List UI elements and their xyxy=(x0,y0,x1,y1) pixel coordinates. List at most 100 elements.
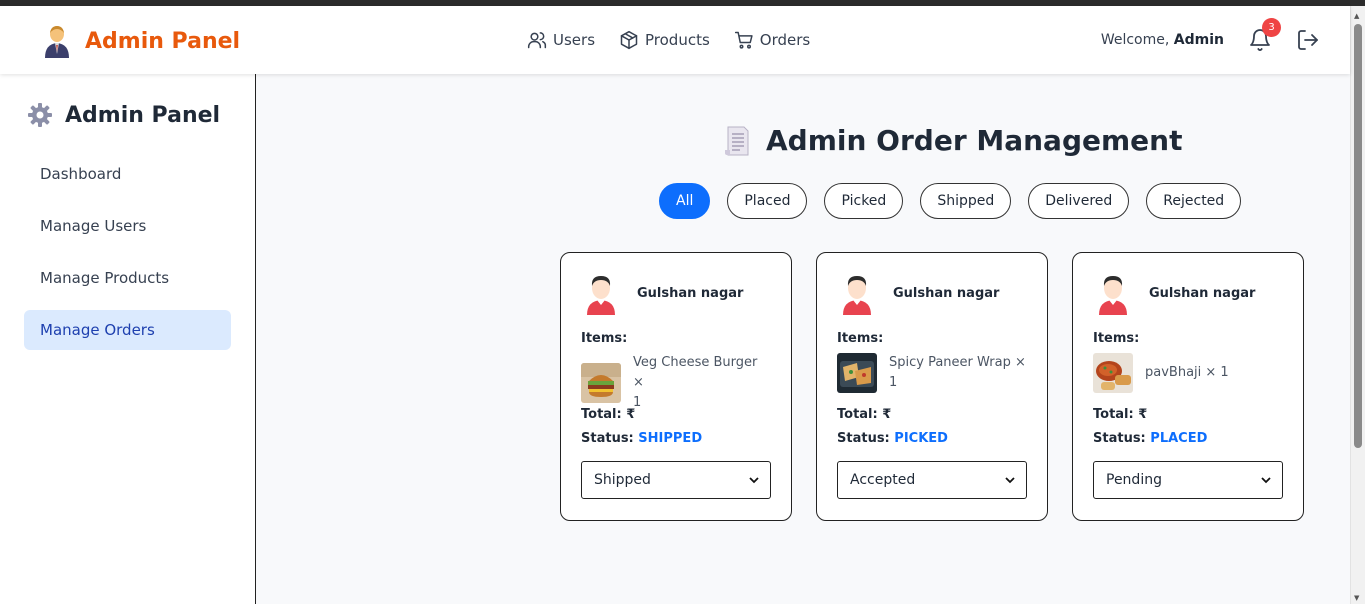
nav-users-label: Users xyxy=(553,31,596,49)
item-text: pavBhaji × 1 xyxy=(1145,363,1229,383)
sidebar-item-manage-orders[interactable]: Manage Orders xyxy=(24,310,231,350)
status-label: Status: xyxy=(581,431,634,446)
customer-name: Gulshan nagar xyxy=(893,285,1000,301)
sidebar-item-label: Manage Users xyxy=(40,217,147,235)
receipt-icon xyxy=(725,126,749,155)
filter-all[interactable]: All xyxy=(659,183,711,219)
scroll-down-arrow-icon[interactable]: ▼ xyxy=(1354,594,1359,602)
nav-orders[interactable]: Orders xyxy=(734,30,810,50)
user-avatar-icon xyxy=(587,276,615,315)
sidebar-title-text: Admin Panel xyxy=(65,102,221,128)
main-content: Admin Order Management All Placed Picked… xyxy=(256,74,1350,604)
chevron-down-icon xyxy=(1005,477,1015,484)
sidebar-item-manage-products[interactable]: Manage Products xyxy=(24,258,231,298)
status-select-value: Accepted xyxy=(850,472,916,488)
sidebar-item-label: Manage Products xyxy=(40,269,170,287)
users-icon xyxy=(527,32,547,49)
sidebar-item-dashboard[interactable]: Dashboard xyxy=(24,154,231,194)
nav-orders-label: Orders xyxy=(759,31,811,49)
nav-users[interactable]: Users xyxy=(527,30,595,50)
total-currency: ₹ xyxy=(882,407,892,422)
status-value: PICKED xyxy=(894,431,948,446)
item-text: Spicy Paneer Wrap × 1 xyxy=(889,353,1026,393)
sidebar-item-label: Manage Orders xyxy=(40,321,155,339)
wrap-image xyxy=(837,353,877,393)
box-icon xyxy=(620,30,638,50)
total-label: Total: xyxy=(581,407,622,422)
sidebar-nav: Dashboard Manage Users Manage Products M… xyxy=(24,154,231,362)
page-title: Admin Order Management xyxy=(724,124,1182,157)
nav-products[interactable]: Products xyxy=(619,30,710,50)
cart-icon xyxy=(734,31,753,49)
total-currency: ₹ xyxy=(626,407,636,422)
filter-placed[interactable]: Placed xyxy=(727,183,808,219)
status-filters: All Placed Picked Shipped Delivered Reje… xyxy=(659,183,1242,219)
order-card: Gulshan nagar Items: Spicy Paneer Wrap ×… xyxy=(816,252,1048,521)
user-avatar-icon xyxy=(843,276,871,315)
filter-delivered[interactable]: Delivered xyxy=(1028,183,1130,219)
welcome-user: Admin xyxy=(1173,32,1224,48)
item-quantity: 1 xyxy=(633,395,642,410)
sidebar-item-label: Dashboard xyxy=(40,165,122,183)
filter-rejected[interactable]: Rejected xyxy=(1146,183,1242,219)
admin-avatar-icon xyxy=(45,26,69,58)
status-label: Status: xyxy=(837,431,890,446)
customer-name: Gulshan nagar xyxy=(1149,285,1256,301)
order-item: Spicy Paneer Wrap × 1 xyxy=(837,353,1027,393)
order-total: Total: ₹ xyxy=(837,407,891,422)
header-right: Welcome, Admin 3 xyxy=(1101,18,1320,52)
total-currency: ₹ xyxy=(1138,407,1148,422)
item-text: Veg Cheese Burger × 1 xyxy=(633,353,771,413)
order-card: Gulshan nagar Items: pavBhaji × 1 Total:… xyxy=(1072,252,1304,521)
nav-products-label: Products xyxy=(645,31,710,49)
gear-icon xyxy=(28,103,52,127)
pav-bhaji-image xyxy=(1093,353,1133,393)
order-status: Status: SHIPPED xyxy=(581,431,702,446)
filter-shipped[interactable]: Shipped xyxy=(920,183,1012,219)
order-total: Total: ₹ xyxy=(581,407,635,422)
status-value: SHIPPED xyxy=(638,431,703,446)
brand-title: Admin Panel xyxy=(85,28,241,54)
sidebar-item-manage-users[interactable]: Manage Users xyxy=(24,206,231,246)
notifications-button[interactable]: 3 xyxy=(1248,18,1281,52)
notification-badge: 3 xyxy=(1262,18,1281,37)
order-customer: Gulshan nagar xyxy=(837,271,999,315)
page-scrollbar[interactable]: ▲ ▼ xyxy=(1350,6,1365,604)
total-label: Total: xyxy=(837,407,878,422)
order-status: Status: PICKED xyxy=(837,431,948,446)
total-label: Total: xyxy=(1093,407,1134,422)
scroll-up-arrow-icon[interactable]: ▲ xyxy=(1354,12,1359,20)
logout-button[interactable] xyxy=(1296,28,1320,52)
burger-image xyxy=(581,363,621,403)
user-avatar-icon xyxy=(1099,276,1127,315)
filter-picked[interactable]: Picked xyxy=(824,183,904,219)
status-select[interactable]: Shipped xyxy=(581,461,771,499)
top-nav: Users Products Orders xyxy=(527,30,810,50)
page-title-text: Admin Order Management xyxy=(766,124,1183,157)
sidebar: Admin Panel Dashboard Manage Users Manag… xyxy=(0,74,256,604)
order-item: pavBhaji × 1 xyxy=(1093,353,1283,393)
order-status: Status: PLACED xyxy=(1093,431,1207,446)
items-label: Items: xyxy=(581,331,628,346)
status-value: PLACED xyxy=(1150,431,1208,446)
customer-name: Gulshan nagar xyxy=(637,285,744,301)
items-label: Items: xyxy=(1093,331,1140,346)
items-label: Items: xyxy=(837,331,884,346)
order-total: Total: ₹ xyxy=(1093,407,1147,422)
status-select[interactable]: Accepted xyxy=(837,461,1027,499)
status-label: Status: xyxy=(1093,431,1146,446)
item-name: pavBhaji × 1 xyxy=(1145,365,1229,380)
sidebar-title: Admin Panel xyxy=(27,102,220,128)
order-cards: Gulshan nagar Items: Veg Cheese Burger ×… xyxy=(560,252,1304,521)
scroll-thumb[interactable] xyxy=(1354,24,1362,448)
top-header: Admin Panel Users Products Orders Welcom… xyxy=(0,6,1350,74)
brand[interactable]: Admin Panel xyxy=(43,24,240,58)
status-select-value: Shipped xyxy=(594,472,651,488)
logout-icon xyxy=(1298,30,1318,50)
item-quantity: 1 xyxy=(889,375,898,390)
welcome-prefix: Welcome, xyxy=(1100,32,1170,48)
order-customer: Gulshan nagar xyxy=(581,271,743,315)
status-select[interactable]: Pending xyxy=(1093,461,1283,499)
chevron-down-icon xyxy=(1261,477,1271,484)
welcome-text: Welcome, Admin xyxy=(1101,32,1224,48)
